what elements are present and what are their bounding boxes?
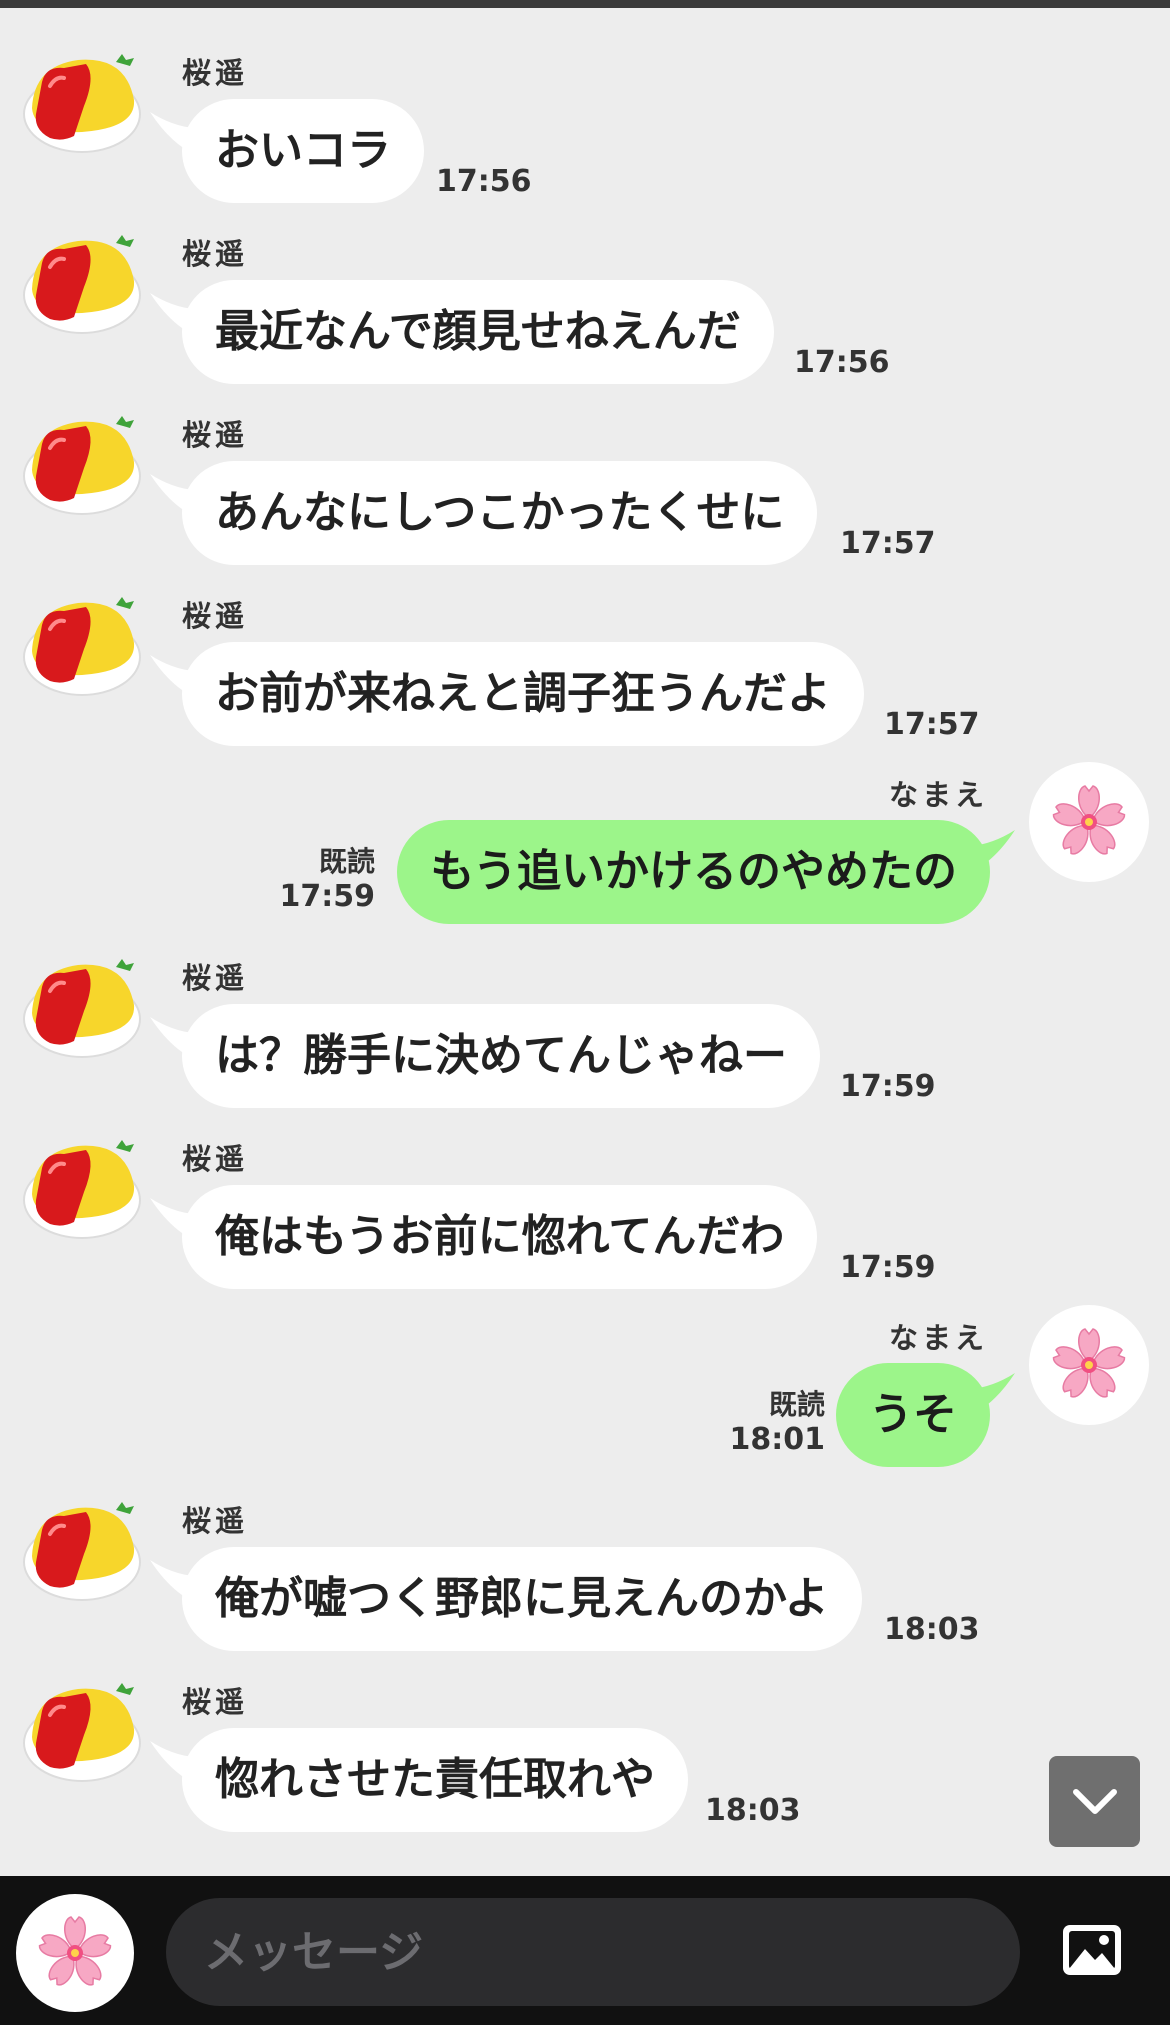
sender-name: 桜遥 [182, 1685, 249, 1719]
omelet-icon[interactable] [20, 46, 142, 154]
sender-name: 桜遥 [182, 599, 249, 633]
sender-name: 桜遥 [182, 237, 249, 271]
message-bubble[interactable]: 最近なんで顔見せねえんだ [182, 280, 774, 384]
sender-name: 桜遥 [182, 961, 249, 995]
image-icon[interactable] [1060, 1922, 1124, 1978]
incoming-message: 桜遥 お前が来ねえと調子狂うんだよ 17:57 [0, 551, 1170, 746]
incoming-message: 桜遥 最近なんで顔見せねえんだ 17:56 [0, 189, 1170, 384]
outgoing-message: なまえ もう追いかけるのやめたの 既読 17:59 [0, 732, 1170, 924]
composer-bar [0, 1876, 1170, 2025]
chat-log[interactable]: 桜遥 おいコラ 17:56 桜遥 最近なんで顔見せねえんだ 17:56 桜遥 あ… [0, 8, 1170, 1876]
sender-name: なまえ [888, 1321, 988, 1355]
omelet-icon[interactable] [20, 951, 142, 1059]
message-time: 17:59 [279, 879, 376, 914]
message-bubble[interactable]: は？勝手に決めてんじゃねー [182, 1004, 820, 1108]
incoming-message: 桜遥 俺が嘘つく野郎に見えんのかよ 18:03 [0, 1456, 1170, 1651]
omelet-icon[interactable] [20, 1675, 142, 1783]
cherry-blossom-icon [38, 1916, 112, 1986]
omelet-icon[interactable] [20, 227, 142, 335]
message-bubble[interactable]: うそ [836, 1363, 990, 1467]
read-label: 既読 [318, 845, 375, 878]
read-label: 既読 [768, 1388, 825, 1421]
message-bubble[interactable]: 俺が嘘つく野郎に見えんのかよ [182, 1547, 862, 1651]
message-time: 18:03 [705, 1793, 801, 1828]
status-strip [0, 0, 1170, 8]
message-bubble[interactable]: もう追いかけるのやめたの [397, 820, 990, 924]
message-time: 18:01 [729, 1422, 826, 1457]
cherry-blossom-icon [1052, 785, 1126, 855]
sender-name: 桜遥 [182, 1504, 249, 1538]
chevron-down-icon [1072, 1788, 1117, 1814]
incoming-message: 桜遥 惚れさせた責任取れや 18:03 [0, 1637, 1170, 1832]
message-bubble[interactable]: 惚れさせた責任取れや [182, 1728, 688, 1832]
sender-name: 桜遥 [182, 418, 249, 452]
cherry-blossom-icon [1052, 1328, 1126, 1398]
message-bubble[interactable]: あんなにしつこかったくせに [182, 461, 818, 565]
message-bubble[interactable]: お前が来ねえと調子狂うんだよ [182, 642, 864, 746]
sender-name: なまえ [888, 778, 988, 812]
omelet-icon[interactable] [20, 589, 142, 697]
read-receipt: 既読 18:01 [730, 1388, 826, 1458]
message-bubble[interactable]: おいコラ [182, 99, 424, 203]
my-avatar[interactable] [1029, 1305, 1149, 1425]
sender-select-button[interactable] [16, 1894, 134, 2012]
omelet-icon[interactable] [20, 1494, 142, 1602]
omelet-icon[interactable] [20, 1132, 142, 1240]
incoming-message: 桜遥 おいコラ 17:56 [0, 8, 1170, 203]
incoming-message: 桜遥 あんなにしつこかったくせに 17:57 [0, 370, 1170, 565]
my-avatar[interactable] [1029, 762, 1149, 882]
scroll-to-bottom-button[interactable] [1049, 1756, 1140, 1847]
incoming-message: 桜遥 俺はもうお前に惚れてんだわ 17:59 [0, 1094, 1170, 1289]
omelet-icon[interactable] [20, 408, 142, 516]
sender-name: 桜遥 [182, 1142, 249, 1176]
read-receipt: 既読 17:59 [280, 845, 376, 915]
incoming-message: 桜遥 は？勝手に決めてんじゃねー 17:59 [0, 913, 1170, 1108]
message-bubble[interactable]: 俺はもうお前に惚れてんだわ [182, 1185, 818, 1289]
message-input[interactable] [166, 1898, 1020, 2006]
sender-name: 桜遥 [182, 56, 249, 90]
outgoing-message: なまえ うそ 既読 18:01 [0, 1275, 1170, 1467]
